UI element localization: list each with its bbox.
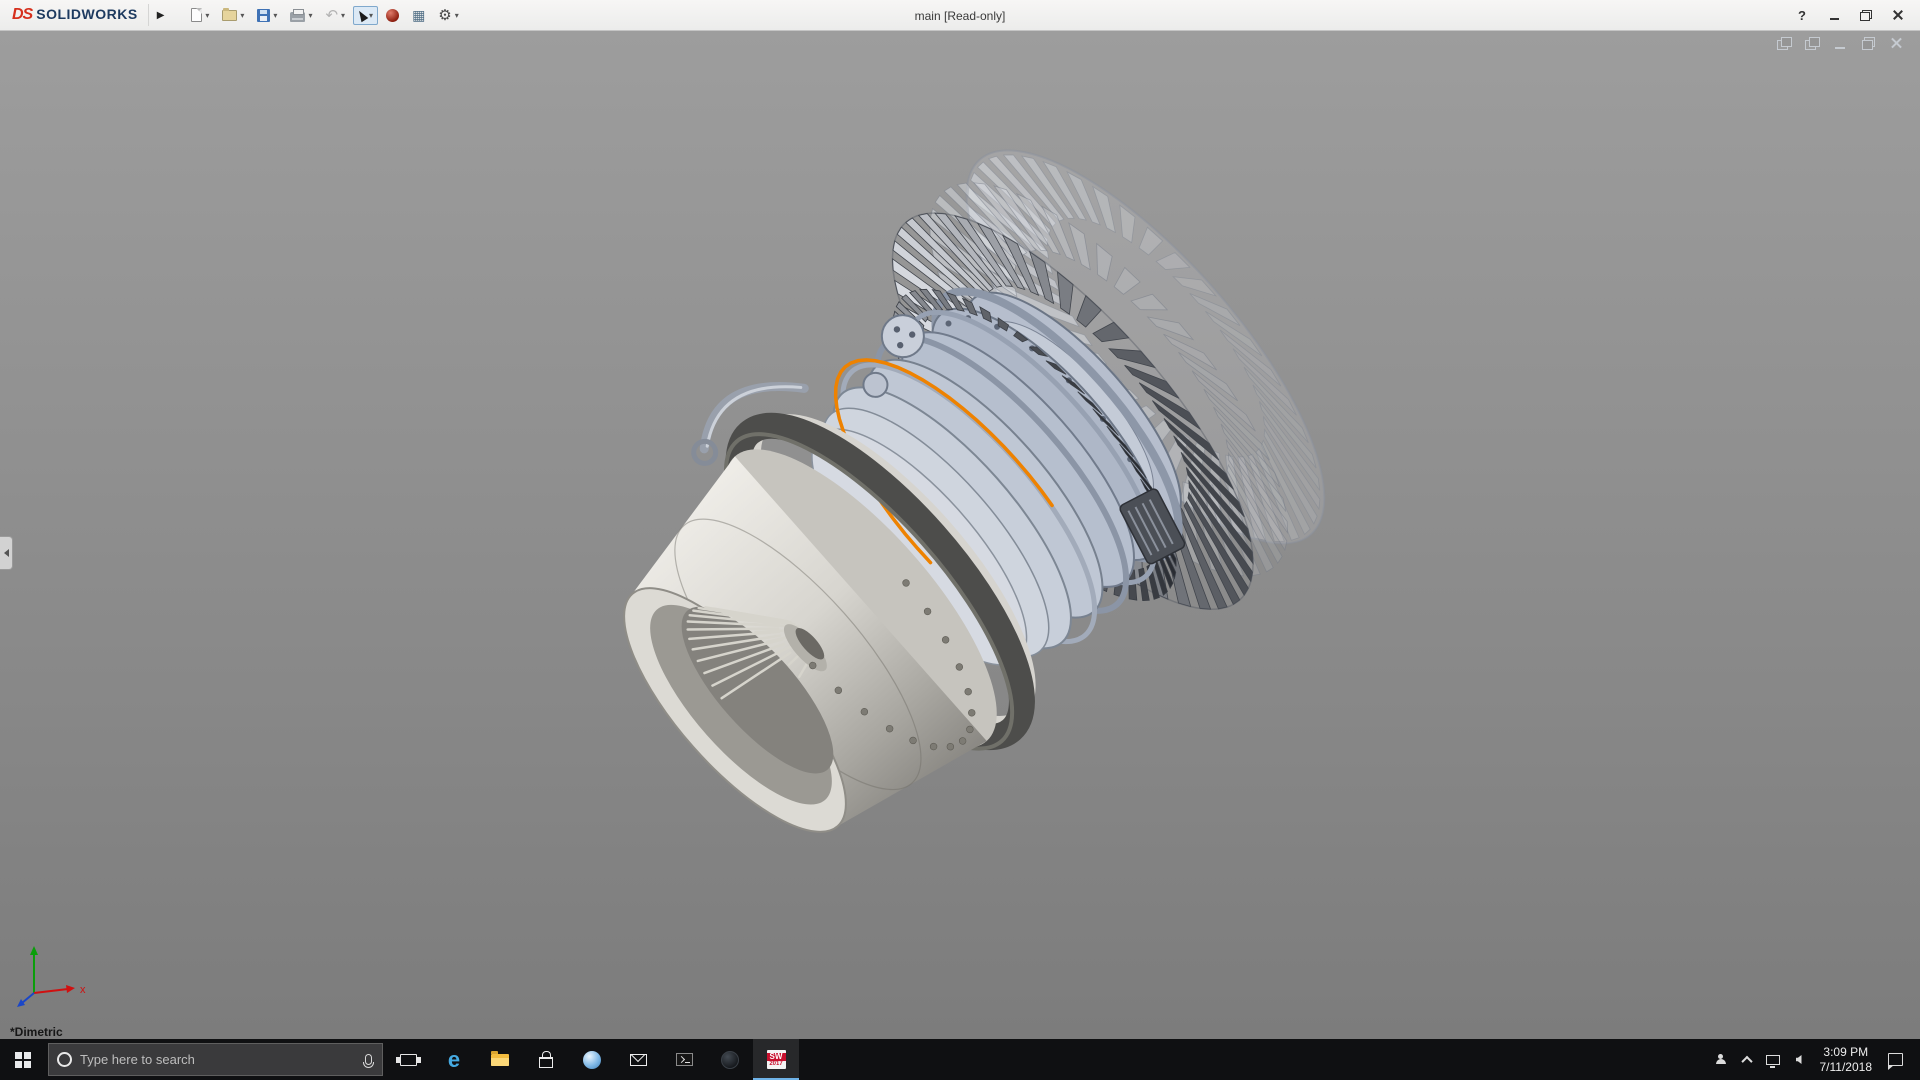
new-document-button[interactable]: ▾ (186, 4, 214, 26)
clock-time: 3:09 PM (1820, 1045, 1873, 1060)
start-button[interactable] (0, 1039, 46, 1080)
solidworks-app-button[interactable]: SW 2017 (753, 1039, 799, 1080)
chevron-down-icon[interactable]: ▾ (240, 11, 244, 20)
mail-button[interactable] (615, 1039, 661, 1080)
select-cursor-icon (356, 8, 369, 22)
print-button[interactable]: ▾ (285, 5, 317, 26)
network-button[interactable] (1760, 1039, 1786, 1080)
action-center-icon (1888, 1053, 1903, 1066)
clock-date: 7/11/2018 (1820, 1060, 1873, 1075)
restore-button[interactable] (1852, 3, 1880, 27)
quick-access-toolbar: ▾ ▾ ▾ ▾ ↶ ▾ ▾ ▦ ⚙ ▾ (186, 4, 463, 27)
search-input[interactable] (80, 1052, 357, 1067)
window-controls: ? (1788, 3, 1920, 27)
window-title: main [Read-only] (915, 0, 1006, 31)
open-button[interactable]: ▾ (217, 6, 249, 25)
volume-button[interactable] (1786, 1039, 1812, 1080)
undo-button[interactable]: ↶ ▾ (320, 4, 350, 27)
taskbar-search-box[interactable] (48, 1043, 383, 1076)
chevron-down-icon[interactable]: ▾ (455, 11, 459, 20)
3d-viewport[interactable] (0, 31, 1920, 1039)
options-button[interactable]: ⚙ ▾ (433, 4, 463, 27)
command-prompt-icon (676, 1053, 693, 1066)
cascade-windows-icon[interactable] (1805, 37, 1820, 50)
minimize-button[interactable] (1820, 3, 1848, 27)
document-title-text: main [Read-only] (915, 9, 1006, 23)
round-app-icon (583, 1051, 601, 1069)
design-table-icon: ▦ (412, 8, 425, 22)
task-view-button[interactable] (385, 1039, 431, 1080)
x-axis-arrow-icon (66, 985, 75, 993)
reference-triad: x (16, 931, 96, 1011)
store-button[interactable] (523, 1039, 569, 1080)
chevron-up-icon (1741, 1055, 1752, 1066)
chevron-down-icon[interactable]: ▾ (308, 11, 312, 20)
help-button[interactable]: ? (1788, 3, 1816, 27)
show-hidden-icons-button[interactable] (1734, 1039, 1760, 1080)
save-floppy-icon (257, 9, 270, 22)
doc-minimize-icon[interactable] (1833, 37, 1848, 50)
file-explorer-icon (491, 1054, 509, 1066)
mail-envelope-icon (630, 1054, 647, 1066)
edge-icon: e (448, 1049, 460, 1071)
command-prompt-button[interactable] (661, 1039, 707, 1080)
print-icon (290, 12, 305, 22)
chevron-down-icon[interactable]: ▾ (273, 11, 277, 20)
people-button[interactable] (1708, 1039, 1734, 1080)
panel-collapse-tab[interactable] (0, 536, 13, 570)
jet-engine-model[interactable] (526, 99, 1380, 936)
chevron-down-icon[interactable]: ▾ (205, 11, 209, 20)
graphics-area[interactable]: x *Dimetric (0, 31, 1920, 1039)
taskbar-clock[interactable]: 3:09 PM 7/11/2018 (1812, 1045, 1883, 1075)
dark-app-button[interactable] (707, 1039, 753, 1080)
design-table-button[interactable]: ▦ (407, 4, 430, 26)
new-window-icon[interactable] (1777, 37, 1792, 50)
dassault-logo-icon: DS (12, 6, 32, 24)
volume-icon (1796, 1055, 1802, 1064)
doc-restore-icon[interactable] (1861, 37, 1876, 50)
y-axis-arrow-icon (30, 946, 38, 955)
view-orientation-label: *Dimetric (10, 1025, 63, 1039)
cortana-circle-icon (57, 1052, 72, 1067)
microphone-icon[interactable] (365, 1054, 372, 1065)
round-app-button[interactable] (569, 1039, 615, 1080)
appearance-button[interactable] (381, 5, 404, 26)
solidworks-2017-icon: SW 2017 (767, 1050, 786, 1069)
system-tray: 3:09 PM 7/11/2018 (1708, 1039, 1920, 1080)
select-tool-button[interactable]: ▾ (353, 6, 378, 25)
dark-round-app-icon (721, 1051, 739, 1069)
undo-icon: ↶ (325, 8, 338, 23)
solidworks-logo: DS SOLIDWORKS (0, 6, 148, 24)
menu-flyout-arrow-icon[interactable]: ▶ (148, 4, 173, 26)
chevron-down-icon[interactable]: ▾ (341, 11, 345, 20)
task-view-icon (400, 1054, 417, 1066)
windows-taskbar: e SW 2017 3:09 PM (0, 1039, 1920, 1080)
solidworks-title-bar: DS SOLIDWORKS ▶ ▾ ▾ ▾ ▾ ↶ ▾ ▾ (0, 0, 1920, 31)
edge-button[interactable]: e (431, 1039, 477, 1080)
person-icon (1717, 1054, 1725, 1062)
appearance-sphere-icon (386, 9, 399, 22)
action-center-button[interactable] (1882, 1039, 1908, 1080)
document-window-controls (1777, 37, 1904, 50)
x-axis-label: x (80, 984, 86, 996)
windows-logo-icon (15, 1052, 31, 1068)
file-explorer-button[interactable] (477, 1039, 523, 1080)
chevron-down-icon[interactable]: ▾ (369, 11, 373, 20)
close-button[interactable] (1884, 3, 1912, 27)
store-bag-icon (539, 1057, 553, 1068)
new-document-icon (191, 8, 202, 22)
save-button[interactable]: ▾ (252, 5, 282, 26)
doc-close-icon[interactable] (1889, 37, 1904, 50)
triad-axes: x (17, 946, 86, 1007)
open-folder-icon (222, 10, 237, 21)
network-icon (1766, 1055, 1780, 1065)
gear-icon: ⚙ (438, 8, 451, 23)
solidworks-wordmark: SOLIDWORKS (36, 6, 137, 22)
